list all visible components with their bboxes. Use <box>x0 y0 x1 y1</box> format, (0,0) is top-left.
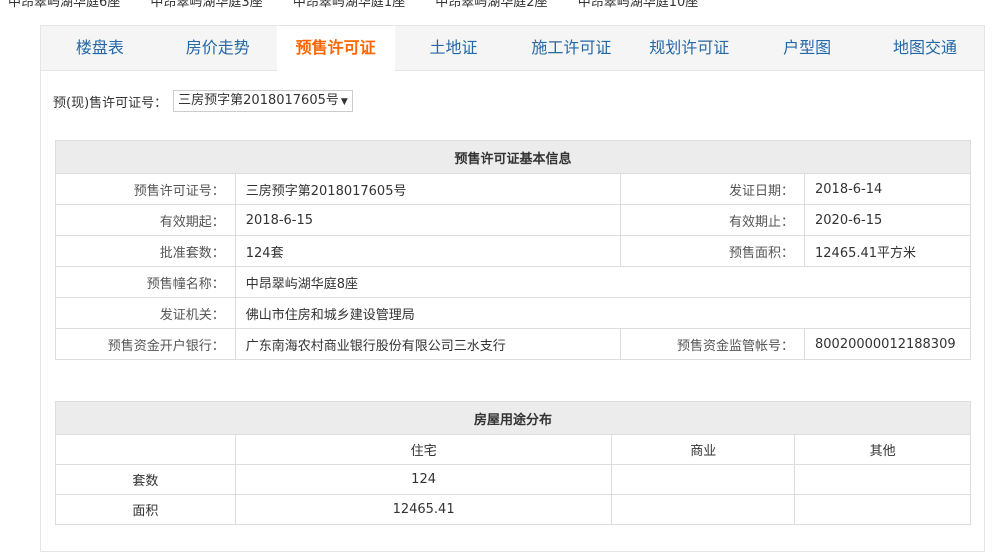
presale-area-value: 12465.41平方米 <box>804 235 971 267</box>
table-row: 预售许可证号： 三房预字第2018017605号 发证日期： 2018-6-14 <box>55 173 971 205</box>
usage-commercial-value <box>611 494 796 525</box>
permit-info-table: 预售许可证基本信息 预售许可证号： 三房预字第2018017605号 发证日期：… <box>55 140 972 360</box>
tab-building-table[interactable]: 楼盘表 <box>41 26 159 71</box>
valid-from-value: 2018-6-15 <box>234 204 622 236</box>
usage-residential-value: 124 <box>234 464 613 495</box>
permit-no-label: 预售许可证号： <box>55 173 236 205</box>
usage-header-empty <box>55 434 236 465</box>
permit-select-value: 三房预字第2018017605号 <box>178 93 339 108</box>
usage-distribution-table: 房屋用途分布 住宅 商业 其他 套数 124 面积 12465.41 <box>55 401 971 525</box>
tab-planning-permit[interactable]: 规划许可证 <box>630 26 748 71</box>
related-buildings-strip: 中昂翠屿湖华庭6座 中昂翠屿湖华庭3座 中昂翠屿湖华庭1座 中昂翠屿湖华庭2座 … <box>0 0 1000 11</box>
tab-construction-permit[interactable]: 施工许可证 <box>513 26 631 71</box>
usage-header-residential: 住宅 <box>234 434 613 465</box>
units-value: 124套 <box>234 235 622 267</box>
authority-value: 佛山市住房和城乡建设管理局 <box>234 297 972 329</box>
usage-row-label: 面积 <box>55 494 236 525</box>
related-building-link[interactable]: 中昂翠屿湖华庭3座 <box>150 0 262 10</box>
table-row: 预售幢名称： 中昂翠屿湖华庭8座 <box>55 266 972 298</box>
account-label: 预售资金监管帐号： <box>620 328 805 360</box>
presale-area-label: 预售面积： <box>620 235 805 267</box>
table-row: 批准套数： 124套 预售面积： 12465.41平方米 <box>55 235 971 267</box>
usage-other-value <box>794 494 971 525</box>
authority-label: 发证机关： <box>55 297 236 329</box>
permit-no-value: 三房预字第2018017605号 <box>234 173 622 205</box>
tab-map-traffic[interactable]: 地图交通 <box>866 26 984 71</box>
tab-land-certificate[interactable]: 土地证 <box>395 26 513 71</box>
valid-to-value: 2020-6-15 <box>804 204 971 236</box>
permit-number-select[interactable]: 三房预字第2018017605号 ▼ <box>173 90 353 112</box>
issue-date-label: 发证日期： <box>620 173 805 205</box>
valid-to-label: 有效期止： <box>620 204 805 236</box>
usage-row-label: 套数 <box>55 464 236 495</box>
units-label: 批准套数： <box>55 235 236 267</box>
tab-bar: 楼盘表 房价走势 预售许可证 土地证 施工许可证 规划许可证 户型图 地图交通 <box>41 26 984 72</box>
chevron-down-icon: ▼ <box>340 97 348 107</box>
usage-header-other: 其他 <box>794 434 971 465</box>
table-row: 有效期起： 2018-6-15 有效期止： 2020-6-15 <box>55 204 971 236</box>
usage-other-value <box>794 464 971 495</box>
related-building-link[interactable]: 中昂翠屿湖华庭10座 <box>578 0 699 10</box>
table-row: 面积 12465.41 <box>55 494 971 525</box>
tab-price-trend[interactable]: 房价走势 <box>159 26 277 71</box>
property-info-panel: 楼盘表 房价走势 预售许可证 土地证 施工许可证 规划许可证 户型图 地图交通 … <box>40 25 985 552</box>
usage-residential-value: 12465.41 <box>234 494 613 525</box>
related-building-link[interactable]: 中昂翠屿湖华庭1座 <box>293 0 405 10</box>
usage-commercial-value <box>611 464 796 495</box>
table-row: 套数 124 <box>55 464 971 495</box>
table-row: 预售资金开户银行： 广东南海农村商业银行股份有限公司三水支行 预售资金监管帐号：… <box>55 328 971 360</box>
related-building-link[interactable]: 中昂翠屿湖华庭2座 <box>435 0 547 10</box>
account-value: 80020000012188309 <box>804 328 971 360</box>
usage-header-commercial: 商业 <box>611 434 796 465</box>
tab-floor-plans[interactable]: 户型图 <box>748 26 866 71</box>
table-header-row: 住宅 商业 其他 <box>55 434 971 465</box>
bank-label: 预售资金开户银行： <box>55 328 236 360</box>
table-row: 发证机关： 佛山市住房和城乡建设管理局 <box>55 297 972 329</box>
issue-date-value: 2018-6-14 <box>804 173 971 205</box>
bank-value: 广东南海农村商业银行股份有限公司三水支行 <box>234 328 622 360</box>
related-building-link[interactable]: 中昂翠屿湖华庭6座 <box>8 0 120 10</box>
permit-info-title: 预售许可证基本信息 <box>55 140 971 174</box>
permit-selector-row: 预(现)售许可证号： 三房预字第2018017605号 ▼ <box>53 89 353 113</box>
usage-title: 房屋用途分布 <box>55 401 971 435</box>
tab-presale-permit[interactable]: 预售许可证 <box>276 26 395 72</box>
permit-selector-label: 预(现)售许可证号： <box>53 95 168 111</box>
building-name-label: 预售幢名称： <box>55 266 236 298</box>
building-name-value: 中昂翠屿湖华庭8座 <box>234 266 972 298</box>
valid-from-label: 有效期起： <box>55 204 236 236</box>
